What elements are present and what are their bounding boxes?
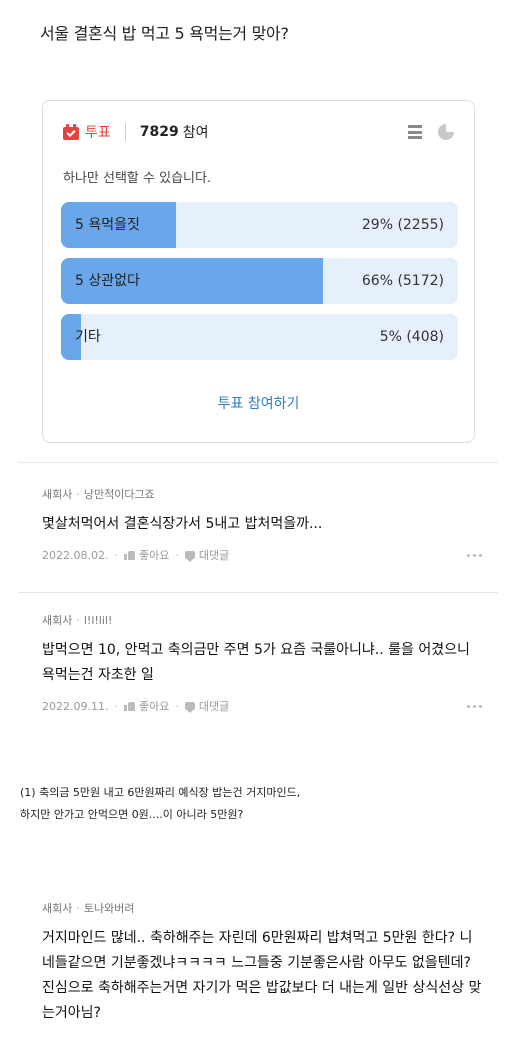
reply-icon[interactable] (184, 551, 195, 562)
annotation-note: (1) 축의금 5만원 내고 6만원짜리 예식장 밥는건 거지마인드, 하지만 … (20, 782, 300, 826)
thumbs-up-icon[interactable] (123, 701, 135, 711)
comment-company: 새회사 (42, 488, 73, 501)
comment-meta: 새회사 · 낭만적이다그죠 (42, 488, 155, 501)
poll-header: 투표 7829 참여 (63, 121, 454, 143)
comment-company: 새회사 (42, 902, 73, 915)
vote-button[interactable]: 투표 참여하기 (43, 393, 474, 413)
comment-meta: 새회사 · 토나와버려 (42, 902, 135, 915)
poll-participant-suffix: 참여 (182, 125, 209, 141)
reply-icon[interactable] (184, 702, 195, 713)
comment-text: 몇살처먹어서 결혼식장가서 5내고 밥처먹을까... (42, 516, 323, 532)
header-divider (124, 123, 126, 141)
comment: 새회사 · 낭만적이다그죠 몇살처먹어서 결혼식장가서 5내고 밥처먹을까... 2… (42, 486, 482, 563)
poll-option-2[interactable]: 5 상관없다 66% (5172) (61, 258, 458, 304)
divider (18, 592, 498, 593)
poll-card: 투표 7829 참여 하나만 선택할 수 있습니다. 5 욕먹을짓 29% (2… (42, 100, 475, 443)
reply-button[interactable]: 대댓글 (199, 698, 229, 714)
like-button[interactable]: 좋아요 (139, 547, 169, 563)
divider (18, 462, 498, 463)
poll-participant-count: 7829 (139, 124, 179, 140)
poll-option-1-label: 5 욕먹을짓 (75, 217, 140, 233)
comment-text: 밥먹으면 10, 안먹고 축의금만 주면 5가 요즘 국룰아니냐.. 룰을 어겼… (42, 642, 470, 683)
list-icon[interactable] (408, 125, 422, 139)
pie-chart-icon[interactable] (438, 124, 454, 140)
poll-option-3-result: 5% (408) (379, 329, 444, 345)
reply-button[interactable]: 대댓글 (199, 547, 229, 563)
comment-footer: 2022.08.02. · 좋아요 · 대댓글 (42, 547, 482, 563)
annotation-line-2: 하지만 안가고 안먹으면 0원....이 아니라 5만원? (20, 808, 244, 821)
poll-instruction: 하나만 선택할 수 있습니다. (63, 171, 212, 186)
comment-nickname[interactable]: 토나와버려 (84, 902, 135, 915)
like-button[interactable]: 좋아요 (139, 698, 169, 714)
poll-option-1[interactable]: 5 욕먹을짓 29% (2255) (61, 202, 458, 248)
poll-option-2-result: 66% (5172) (361, 273, 444, 289)
poll-option-3[interactable]: 기타 5% (408) (61, 314, 458, 360)
comment: 새회사 · l!l!lil! 밥먹으면 10, 안먹고 축의금만 주면 5가 요즘 … (42, 612, 482, 714)
poll-label: 투표 (85, 125, 111, 141)
annotation-line-1: (1) 축의금 5만원 내고 6만원짜리 예식장 밥는건 거지마인드, (20, 786, 301, 799)
comment-company: 새회사 (42, 614, 73, 627)
comment-text: 거지마인드 많네.. 축하해주는 자린데 6만원짜리 밥쳐먹고 5만원 한다? … (42, 930, 482, 1021)
poll-option-1-result: 29% (2255) (361, 217, 444, 233)
vote-box-icon (63, 124, 79, 140)
comment-date: 2022.08.02. (42, 548, 109, 562)
comment-meta: 새회사 · l!l!lil! (42, 614, 113, 627)
comment-nickname[interactable]: 낭만적이다그죠 (84, 488, 155, 501)
comment-date: 2022.09.11. (42, 699, 109, 713)
thumbs-up-icon[interactable] (123, 550, 135, 560)
more-options-icon[interactable] (467, 553, 482, 557)
comment-nickname[interactable]: l!l!lil! (84, 614, 113, 627)
post-title: 서울 결혼식 밥 먹고 5 욕먹는거 맞아? (40, 24, 289, 43)
comment: 새회사 · 토나와버려 거지마인드 많네.. 축하해주는 자린데 6만원짜리 밥쳐먹… (42, 900, 482, 1026)
poll-option-2-label: 5 상관없다 (75, 273, 140, 289)
comment-footer: 2022.09.11. · 좋아요 · 대댓글 (42, 698, 482, 714)
more-options-icon[interactable] (467, 704, 482, 708)
poll-option-3-label: 기타 (75, 329, 101, 345)
